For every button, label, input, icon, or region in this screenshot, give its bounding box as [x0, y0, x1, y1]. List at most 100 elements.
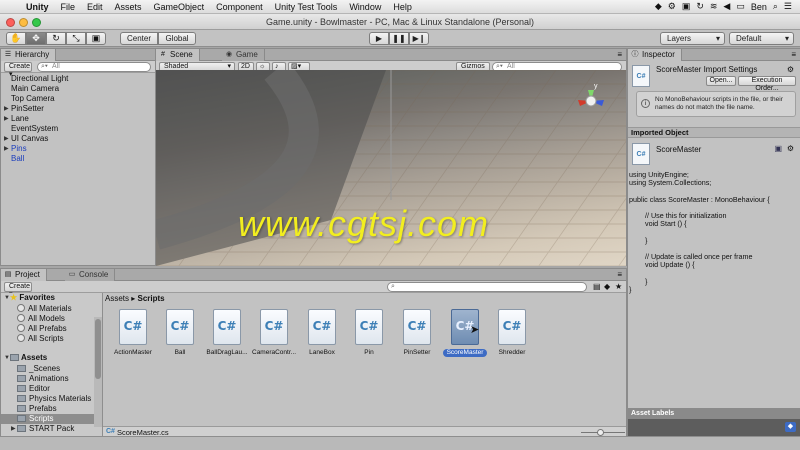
script-asset[interactable]: C# Shredder [490, 309, 534, 357]
expand-arrow-icon[interactable]: ▶ [4, 144, 9, 154]
game-icon: ◉ [225, 51, 233, 58]
menu-gameobject[interactable]: GameObject [148, 2, 211, 12]
volume-icon[interactable]: ◀ [723, 1, 730, 12]
pivot-center-button[interactable]: Center [120, 32, 158, 45]
folder-item[interactable]: START Pack [17, 424, 74, 434]
folder-icon [17, 395, 26, 402]
expand-arrow-icon[interactable]: ▶ [4, 134, 9, 144]
gear-icon[interactable]: ⚙ [668, 1, 676, 12]
tab-scene[interactable]: # Scene [156, 49, 200, 61]
scene-orientation-gizmo[interactable]: y [566, 76, 616, 126]
status-icon[interactable]: ▣ [682, 1, 691, 12]
user-name[interactable]: Ben [751, 2, 767, 12]
project-search-input[interactable]: ⌕ [387, 282, 587, 292]
favorite-item[interactable]: All Prefabs [17, 324, 67, 334]
favorite-star-icon[interactable]: ★ [615, 282, 622, 291]
menu-window[interactable]: Window [343, 2, 387, 12]
open-button[interactable]: Open... [706, 76, 736, 86]
panel-menu-icon[interactable]: ≡ [617, 50, 622, 59]
expand-arrow-icon[interactable]: ▶ [4, 114, 9, 124]
expand-arrow-icon[interactable]: ▶ [4, 104, 9, 114]
tab-project[interactable]: ▤ Project [1, 269, 47, 281]
rect-tool-icon[interactable]: ▣ [86, 32, 106, 45]
menu-unity-test-tools[interactable]: Unity Test Tools [269, 2, 344, 12]
filter-label-icon[interactable]: ◆ [604, 282, 610, 291]
favorite-item[interactable]: All Scripts [17, 334, 64, 344]
hierarchy-item[interactable]: Top Camera [11, 94, 55, 104]
menu-component[interactable]: Component [210, 2, 269, 12]
script-asset[interactable]: C# BallDragLau... [205, 309, 249, 357]
pivot-global-button[interactable]: Global [158, 32, 196, 45]
tag-icon[interactable]: ◆ [785, 422, 796, 432]
hierarchy-create-dropdown[interactable]: Create ▾ [4, 62, 32, 78]
book-icon[interactable]: ▣ [774, 144, 782, 153]
tab-hierarchy[interactable]: ☰ Hierarchy [1, 49, 57, 61]
script-asset[interactable]: C# ActionMaster [111, 309, 155, 357]
sidebar-scrollbar[interactable] [94, 317, 102, 427]
favorite-item[interactable]: All Models [17, 314, 65, 324]
execution-order-button[interactable]: Execution Order... [738, 76, 796, 92]
scrollbar-thumb[interactable] [95, 319, 101, 379]
script-asset[interactable]: C# Ball [158, 309, 202, 357]
tab-console[interactable]: ▭ Console [65, 269, 116, 281]
hierarchy-item[interactable]: Directional Light [11, 74, 68, 84]
menu-assets[interactable]: Assets [109, 2, 148, 12]
folder-item[interactable]: _Scenes [17, 364, 60, 374]
favorites-header[interactable]: ★ Favorites [10, 293, 55, 303]
move-tool-icon[interactable]: ✥ [26, 32, 46, 45]
hierarchy-item[interactable]: Main Camera [11, 84, 59, 94]
hierarchy-item[interactable]: EventSystem [11, 124, 58, 134]
script-asset[interactable]: C# Pin [347, 309, 391, 357]
menu-file[interactable]: File [55, 2, 82, 12]
expand-arrow-icon[interactable]: ▶ [11, 424, 16, 434]
breadcrumb-current[interactable]: Scripts [138, 294, 165, 303]
tab-game[interactable]: ◉ Game [222, 49, 265, 61]
play-button[interactable]: ▶ [369, 32, 389, 45]
folder-item[interactable]: Editor [17, 384, 50, 394]
hierarchy-search-input[interactable]: ⌕▾ All [37, 62, 151, 72]
assets-header[interactable]: Assets [10, 353, 47, 363]
list-icon[interactable]: ☰ [784, 1, 792, 12]
rotate-tool-icon[interactable]: ↻ [46, 32, 66, 45]
hierarchy-item-prefab[interactable]: Pins [11, 144, 27, 154]
favorite-item[interactable]: All Materials [17, 304, 72, 314]
menu-edit[interactable]: Edit [81, 2, 109, 12]
hierarchy-item[interactable]: UI Canvas [11, 134, 48, 144]
hierarchy-item[interactable]: PinSetter [11, 104, 44, 114]
dropbox-icon[interactable]: ◆ [655, 1, 662, 12]
wifi-icon[interactable]: ≋ [710, 1, 718, 12]
folder-item[interactable]: Animations [17, 374, 69, 384]
project-create-dropdown[interactable]: Create ▾ [4, 282, 32, 298]
hand-tool-icon[interactable]: ✋ [6, 32, 26, 45]
battery-icon[interactable]: ▭ [736, 1, 745, 12]
filter-type-icon[interactable]: ▤ [593, 282, 601, 291]
script-asset[interactable]: C# LaneBox [300, 309, 344, 357]
hierarchy-item-prefab[interactable]: Ball [11, 154, 24, 164]
close-window-icon[interactable] [6, 18, 15, 27]
search-icon[interactable]: ⌕ [773, 1, 778, 12]
folder-item[interactable]: Physics Materials [17, 394, 91, 404]
folder-item-selected[interactable]: Scripts [17, 414, 53, 424]
minimize-window-icon[interactable] [19, 18, 28, 27]
breadcrumb-root[interactable]: Assets [105, 294, 129, 303]
sync-icon[interactable]: ↻ [696, 1, 704, 12]
slider-thumb[interactable] [597, 429, 604, 436]
settings-gear-icon[interactable]: ⚙ [787, 144, 794, 153]
script-asset[interactable]: C# PinSetter [395, 309, 439, 357]
tab-inspector[interactable]: ⓘ Inspector [628, 49, 682, 61]
hierarchy-item[interactable]: Lane [11, 114, 29, 124]
scale-tool-icon[interactable]: ⤡ [66, 32, 86, 45]
zoom-window-icon[interactable] [32, 18, 41, 27]
folder-item[interactable]: Prefabs [17, 404, 57, 414]
menu-app[interactable]: Unity [20, 2, 55, 12]
script-asset-selected[interactable]: C# ScoreMaster [443, 309, 487, 357]
menu-help[interactable]: Help [387, 2, 418, 12]
layout-dropdown[interactable]: Default ▾ [729, 32, 794, 45]
layers-dropdown[interactable]: Layers ▾ [660, 32, 725, 45]
settings-gear-icon[interactable]: ⚙ [787, 65, 794, 74]
script-asset[interactable]: C# CameraContr... [252, 309, 296, 357]
panel-menu-icon[interactable]: ≡ [791, 50, 796, 59]
pause-button[interactable]: ❚❚ [389, 32, 409, 45]
step-button[interactable]: ▶❙ [409, 32, 429, 45]
panel-menu-icon[interactable]: ≡ [617, 270, 622, 279]
